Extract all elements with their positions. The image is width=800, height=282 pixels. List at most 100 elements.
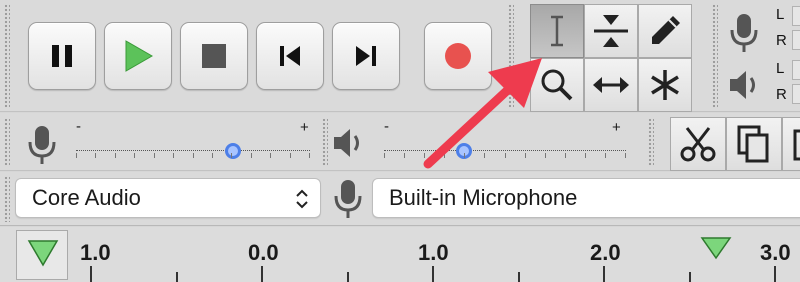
input-volume-slider[interactable] bbox=[76, 140, 310, 164]
slider-tick bbox=[173, 153, 174, 158]
double-arrow-icon bbox=[593, 77, 629, 93]
paste-button[interactable] bbox=[782, 117, 800, 171]
slider-tick bbox=[424, 153, 425, 158]
envelope-icon bbox=[594, 15, 628, 47]
ruler-tick bbox=[176, 272, 178, 282]
slider-tick bbox=[505, 153, 506, 158]
magnifier-icon bbox=[541, 69, 573, 101]
slider-tick bbox=[270, 153, 271, 158]
input-device-value: Built-in Microphone bbox=[389, 185, 578, 210]
speaker-icon bbox=[334, 129, 359, 157]
slider-tick bbox=[251, 153, 252, 158]
slider-tick bbox=[95, 153, 96, 158]
output-volume-minus: - bbox=[384, 118, 389, 135]
timeline-options-button[interactable] bbox=[16, 230, 68, 280]
playback-meter-right-bar[interactable] bbox=[792, 84, 800, 104]
envelope-tool[interactable] bbox=[584, 4, 638, 58]
slider-tick bbox=[404, 153, 405, 158]
microphone-icon bbox=[730, 14, 758, 52]
input-volume-icon-wrap bbox=[24, 124, 60, 166]
microphone-icon bbox=[334, 180, 362, 218]
slider-tick bbox=[115, 153, 116, 158]
ruler-label: 1.0 bbox=[80, 240, 111, 265]
selection-tool[interactable] bbox=[530, 4, 584, 58]
time-shift-tool[interactable] bbox=[584, 58, 638, 112]
cut-button[interactable] bbox=[670, 117, 726, 171]
skip-start-icon bbox=[280, 46, 300, 66]
zoom-tool[interactable] bbox=[530, 58, 584, 112]
output-volume-slider[interactable] bbox=[384, 140, 626, 164]
microphone-icon bbox=[28, 126, 56, 164]
slider-tick bbox=[464, 153, 465, 158]
playback-meter-button[interactable] bbox=[722, 62, 766, 108]
meter-right-label: R bbox=[776, 32, 787, 49]
ruler-label: 2.0 bbox=[590, 240, 621, 265]
ruler-label: 3.0 bbox=[760, 240, 791, 265]
slider-tick bbox=[134, 153, 135, 158]
record-icon bbox=[445, 43, 471, 69]
slider-tick bbox=[545, 153, 546, 158]
toolbar-grip[interactable] bbox=[508, 4, 514, 108]
play-head-marker-icon[interactable] bbox=[700, 236, 732, 260]
record-meter-left-bar[interactable] bbox=[792, 6, 800, 26]
copy-button[interactable] bbox=[726, 117, 782, 171]
i-beam-icon bbox=[551, 15, 563, 47]
chevron-up-down-icon bbox=[296, 189, 308, 209]
input-device-icon-wrap bbox=[330, 178, 366, 220]
toolbar-grip[interactable] bbox=[4, 176, 10, 222]
toolbar-grip[interactable] bbox=[712, 4, 718, 108]
ruler-label: 1.0 bbox=[418, 240, 449, 265]
play-button[interactable] bbox=[104, 22, 172, 90]
stop-button[interactable] bbox=[180, 22, 248, 90]
ruler-tick bbox=[603, 266, 605, 282]
skip-end-icon bbox=[356, 46, 376, 66]
paste-icon bbox=[793, 129, 800, 161]
meter-left-label: L bbox=[776, 6, 785, 23]
input-volume-minus: - bbox=[76, 118, 81, 135]
slider-tick bbox=[565, 153, 566, 158]
slider-tick bbox=[484, 153, 485, 158]
slider-tick bbox=[154, 153, 155, 158]
timeline-ruler[interactable] bbox=[0, 227, 800, 282]
input-volume-plus: + bbox=[300, 119, 309, 136]
slider-tick bbox=[605, 153, 606, 158]
play-head-icon bbox=[27, 240, 59, 267]
ruler-tick bbox=[90, 266, 92, 282]
scissors-icon bbox=[680, 127, 716, 162]
ruler-tick bbox=[774, 266, 776, 282]
pause-button[interactable] bbox=[28, 22, 96, 90]
ruler-tick bbox=[518, 272, 520, 282]
input-device-select[interactable]: Built-in Microphone bbox=[372, 178, 800, 218]
slider-tick bbox=[290, 153, 291, 158]
speaker-icon bbox=[730, 71, 755, 99]
slider-tick bbox=[625, 153, 626, 158]
slider-tick bbox=[212, 153, 213, 158]
audio-host-select[interactable]: Core Audio bbox=[15, 178, 321, 218]
ruler-tick bbox=[432, 266, 434, 282]
asterisk-icon bbox=[651, 70, 679, 100]
ruler-tick bbox=[347, 272, 349, 282]
toolbar-grip[interactable] bbox=[4, 4, 10, 108]
skip-to-end-button[interactable] bbox=[332, 22, 400, 90]
record-button[interactable] bbox=[424, 22, 492, 90]
slider-tick bbox=[525, 153, 526, 158]
copy-icon bbox=[737, 125, 769, 163]
record-meter-right-bar[interactable] bbox=[792, 30, 800, 50]
pencil-icon bbox=[652, 16, 680, 44]
record-meter-button[interactable] bbox=[722, 10, 766, 56]
skip-to-start-button[interactable] bbox=[256, 22, 324, 90]
toolbar-grip[interactable] bbox=[648, 118, 654, 166]
slider-tick bbox=[444, 153, 445, 158]
slider-tick bbox=[384, 153, 385, 158]
ruler-label: 0.0 bbox=[248, 240, 279, 265]
slider-tick bbox=[76, 153, 77, 158]
playback-meter-left-bar[interactable] bbox=[792, 60, 800, 80]
output-volume-icon-wrap bbox=[328, 122, 370, 164]
slider-tick bbox=[309, 153, 310, 158]
multi-tool[interactable] bbox=[638, 58, 692, 112]
input-volume-thumb[interactable] bbox=[225, 143, 241, 159]
toolbar-grip[interactable] bbox=[4, 118, 10, 166]
pause-icon bbox=[52, 45, 72, 67]
ruler-tick bbox=[689, 272, 691, 282]
draw-tool[interactable] bbox=[638, 4, 692, 58]
